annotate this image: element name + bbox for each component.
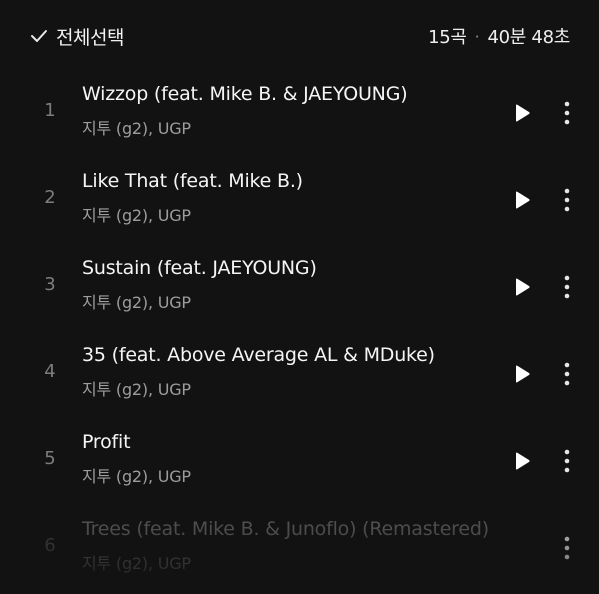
track-number: 5	[44, 448, 56, 469]
more-options-button[interactable]	[555, 444, 579, 478]
more-options-button[interactable]	[555, 357, 579, 391]
play-icon	[516, 452, 530, 470]
play-icon	[516, 365, 530, 383]
more-options-button[interactable]	[555, 531, 579, 565]
track-title: 35 (feat. Above Average AL & MDuke)	[82, 344, 435, 366]
track-row[interactable]: 2 Like That (feat. Mike B.) 지투 (g2), UGP	[0, 159, 599, 246]
play-button[interactable]	[507, 185, 537, 215]
track-artist: 지투 (g2), UGP	[82, 380, 191, 399]
track-title: Trees (feat. Mike B. & Junoflo) (Remaste…	[82, 518, 489, 540]
track-artist: 지투 (g2), UGP	[82, 293, 191, 312]
track-number: 1	[44, 100, 56, 121]
track-artist: 지투 (g2), UGP	[82, 467, 191, 486]
play-icon	[516, 191, 530, 209]
select-all-button[interactable]: 전체선택	[30, 22, 124, 50]
play-icon	[516, 278, 530, 296]
more-vertical-icon	[564, 101, 570, 125]
track-artist: 지투 (g2), UGP	[82, 206, 191, 225]
track-number: 2	[44, 187, 56, 208]
more-vertical-icon	[564, 275, 570, 299]
track-title: Like That (feat. Mike B.)	[82, 170, 303, 192]
track-row[interactable]: 3 Sustain (feat. JAEYOUNG) 지투 (g2), UGP	[0, 246, 599, 333]
play-button[interactable]	[507, 359, 537, 389]
more-options-button[interactable]	[555, 96, 579, 130]
more-options-button[interactable]	[555, 270, 579, 304]
play-icon	[516, 104, 530, 122]
summary-separator: ·	[474, 26, 480, 46]
more-vertical-icon	[564, 536, 570, 560]
track-count: 15곡	[428, 27, 467, 48]
track-title: Profit	[82, 431, 131, 453]
play-button[interactable]	[507, 446, 537, 476]
track-row[interactable]: 6 Trees (feat. Mike B. & Junoflo) (Remas…	[0, 507, 599, 594]
more-options-button[interactable]	[555, 183, 579, 217]
track-row[interactable]: 1 Wizzop (feat. Mike B. & JAEYOUNG) 지투 (…	[0, 72, 599, 159]
play-button[interactable]	[507, 98, 537, 128]
track-row[interactable]: 4 35 (feat. Above Average AL & MDuke) 지투…	[0, 333, 599, 420]
more-vertical-icon	[564, 188, 570, 212]
track-number: 6	[44, 535, 56, 556]
play-button[interactable]	[507, 272, 537, 302]
tracklist-header: 전체선택 15곡 · 40분 48초	[0, 0, 599, 72]
track-artist: 지투 (g2), UGP	[82, 554, 191, 573]
track-title: Wizzop (feat. Mike B. & JAEYOUNG)	[82, 83, 408, 105]
track-number: 4	[44, 361, 56, 382]
more-vertical-icon	[564, 362, 570, 386]
more-vertical-icon	[564, 449, 570, 473]
track-artist: 지투 (g2), UGP	[82, 119, 191, 138]
check-icon	[30, 29, 48, 43]
track-row[interactable]: 5 Profit 지투 (g2), UGP	[0, 420, 599, 507]
track-title: Sustain (feat. JAEYOUNG)	[82, 257, 317, 279]
total-duration: 40분 48초	[487, 27, 570, 48]
track-number: 3	[44, 274, 56, 295]
select-all-label: 전체선택	[56, 26, 124, 49]
tracklist-summary: 15곡 · 40분 48초	[428, 22, 570, 50]
